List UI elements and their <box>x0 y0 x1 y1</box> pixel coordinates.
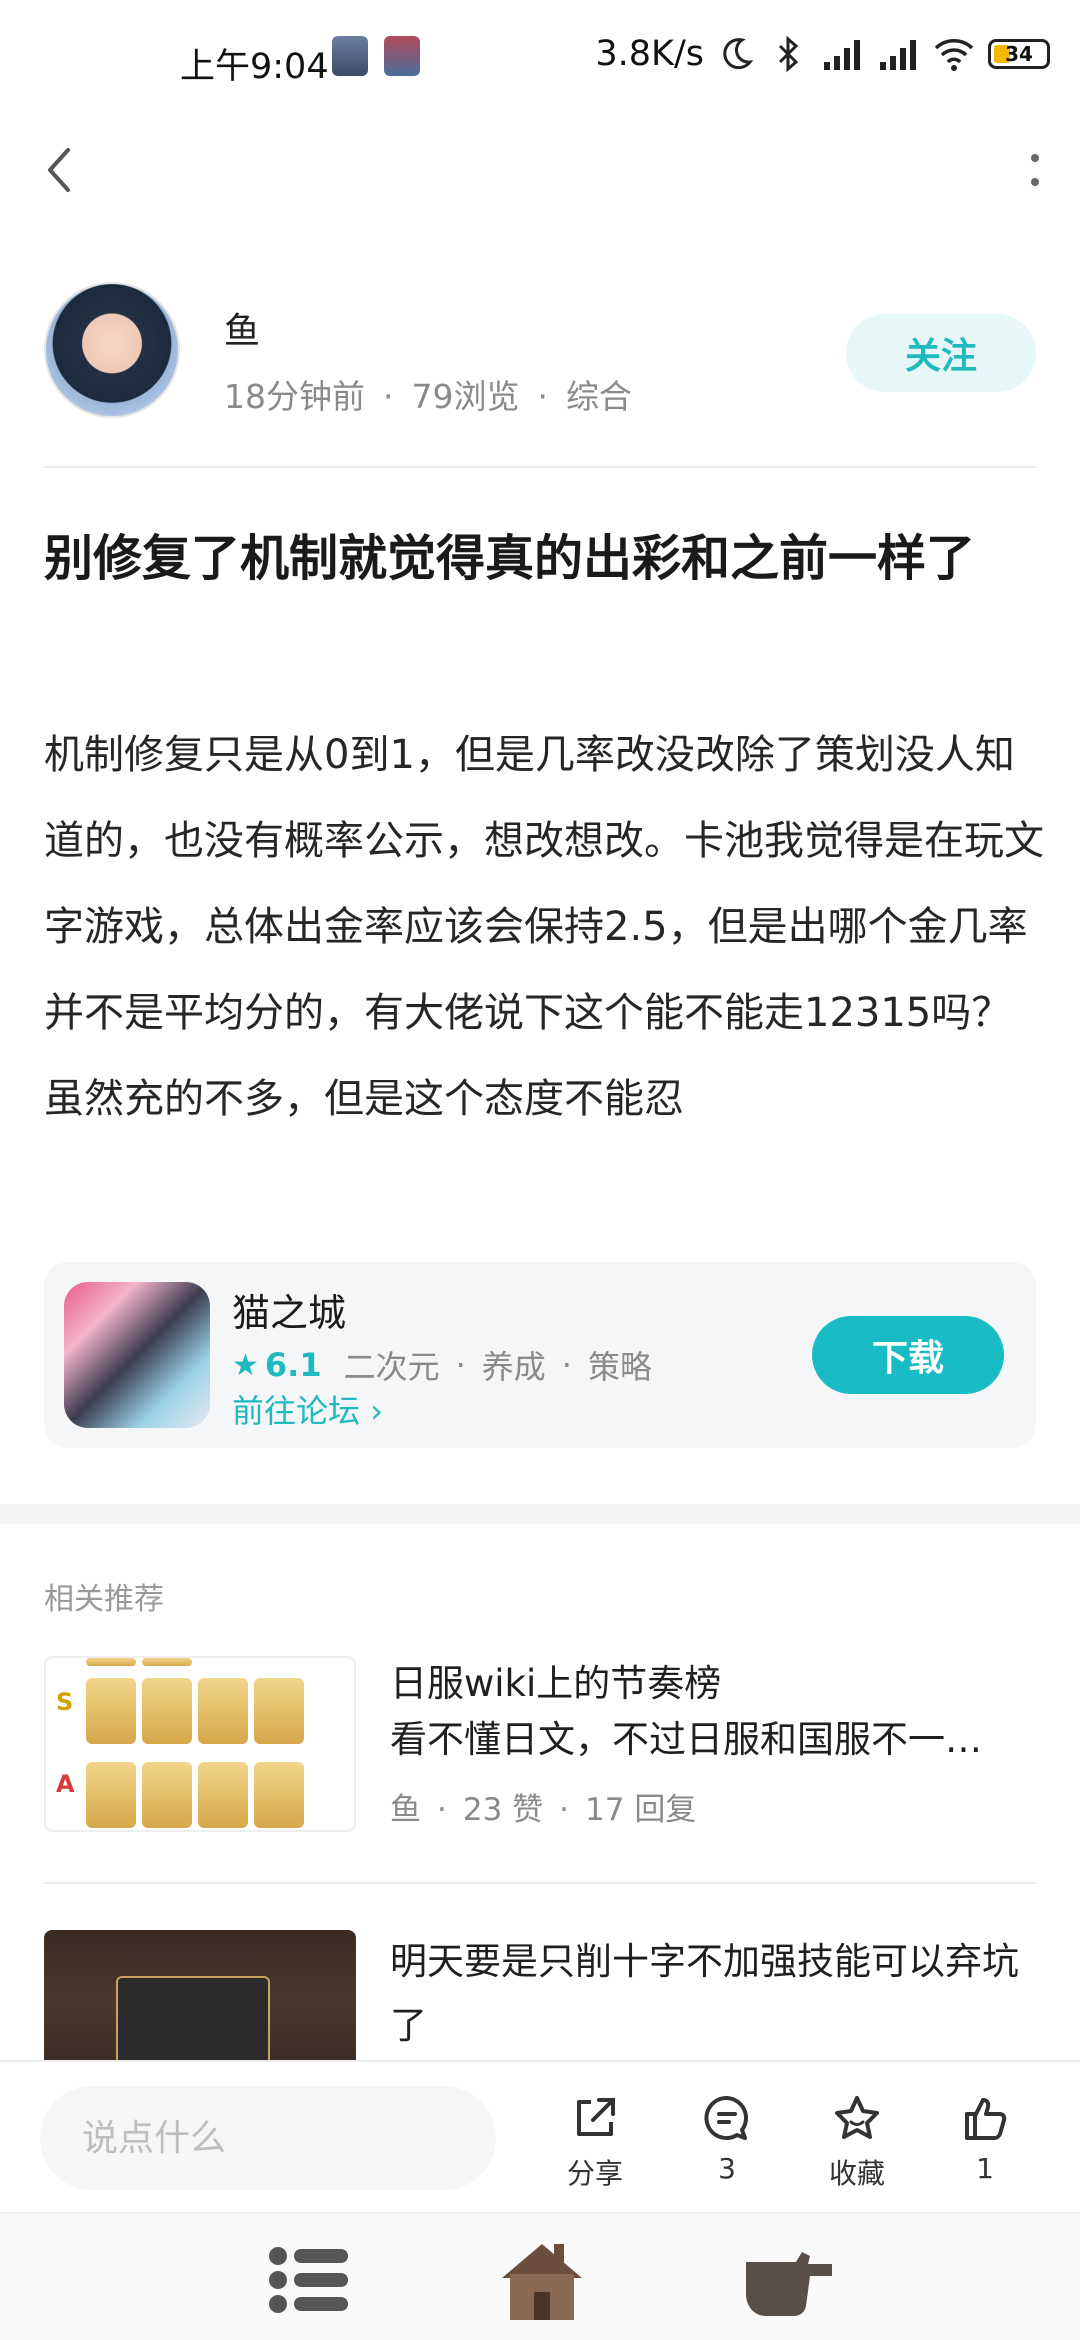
follow-button[interactable]: 关注 <box>846 314 1036 392</box>
game-meta: ★ 6.1 二次元 · 养成 · 策略 <box>232 1342 652 1388</box>
list-item-author: 鱼 <box>390 1792 421 1828</box>
action-bar: 分享 3 收藏 1 <box>0 2060 1080 2210</box>
notification-app-icon <box>332 36 368 76</box>
share-label: 分享 <box>566 2157 623 2190</box>
post-time: 18分钟前 <box>224 377 365 416</box>
view-count: 79浏览 <box>411 377 520 416</box>
game-icon[interactable] <box>64 1282 210 1428</box>
thumbnail-image[interactable]: S A <box>44 1656 356 1832</box>
pointing-hand-icon[interactable] <box>740 2234 840 2324</box>
avatar[interactable] <box>44 282 180 418</box>
status-right: 3.8K/s 34 <box>595 34 1050 74</box>
status-app-icons <box>332 36 420 76</box>
forum-link-label: 前往论坛 <box>232 1392 361 1430</box>
author-row: 鱼 18分钟前 · 79浏览 · 综合 关注 <box>0 282 1080 432</box>
favorite-button[interactable]: 收藏 <box>802 2092 912 2192</box>
top-nav <box>0 118 1080 218</box>
bottom-nav <box>0 2212 1080 2340</box>
section-title: 相关推荐 <box>44 1582 164 1617</box>
wifi-icon <box>934 39 974 71</box>
moon-icon <box>723 38 754 70</box>
network-speed: 3.8K/s <box>595 34 704 74</box>
favorite-label: 收藏 <box>828 2157 885 2190</box>
list-item-likes: 23 赞 <box>462 1792 544 1828</box>
share-button[interactable]: 分享 <box>540 2092 650 2192</box>
status-time: 上午9:04 <box>180 47 329 87</box>
game-score: 6.1 <box>264 1346 322 1384</box>
list-item-subtitle: 看不懂日文，不过日服和国服不一… <box>390 1718 982 1761</box>
share-icon <box>577 2098 615 2136</box>
download-button[interactable]: 下载 <box>812 1316 1004 1394</box>
comment-button[interactable]: 3 <box>672 2092 782 2185</box>
game-tag: 二次元 <box>343 1348 440 1386</box>
star-icon <box>835 2096 879 2139</box>
post-body: 机制修复只是从0到1，但是几率改没改除了策划没人知道的，也没有概率公示，想改想改… <box>44 732 1044 1122</box>
author-name[interactable]: 鱼 <box>224 302 260 354</box>
back-arrow-icon[interactable] <box>40 140 80 200</box>
status-bar: 上午9:04 3.8K/s 34 <box>0 0 1080 118</box>
list-item[interactable]: S A 日服wiki上的节奏榜 看不懂日文，不过日服和国服不一… 鱼 · 23 赞 ·… <box>44 1656 1036 1832</box>
like-button[interactable]: 1 <box>930 2092 1040 2185</box>
post-title: 别修复了机制就觉得真的出彩和之前一样了 <box>44 530 976 587</box>
thumbnail-panel <box>116 1976 270 2060</box>
list-item-title: 日服wiki上的节奏榜 <box>390 1662 722 1705</box>
signal-icon <box>880 40 916 70</box>
thumbnail-image[interactable] <box>44 1930 356 2060</box>
game-name[interactable]: 猫之城 <box>232 1282 346 1337</box>
post-category: 综合 <box>566 377 632 416</box>
battery-level: 34 <box>1005 42 1033 66</box>
signal-icon <box>824 40 860 70</box>
game-tag: 策略 <box>587 1348 652 1386</box>
comment-count: 3 <box>718 2152 736 2185</box>
more-options-icon[interactable] <box>1020 140 1050 200</box>
post-detail-page: 上午9:04 3.8K/s 34 鱼 18分钟前·79浏览·综合 关注 <box>0 0 1080 2340</box>
chevron-right-icon: › <box>370 1392 383 1430</box>
divider <box>44 1882 1036 1884</box>
thumbs-up-icon <box>965 2098 1007 2140</box>
battery-icon: 34 <box>988 39 1050 69</box>
like-count: 1 <box>976 2152 994 2185</box>
divider <box>44 466 1036 468</box>
list-item-title: 明天要是只削十字不加强技能可以弃坑了 <box>390 1940 1019 2047</box>
comment-input[interactable] <box>40 2086 496 2190</box>
game-card[interactable]: 猫之城 ★ 6.1 二次元 · 养成 · 策略 前往论坛 › 下载 <box>44 1262 1036 1448</box>
section-divider <box>0 1504 1080 1524</box>
notification-app-icon <box>384 36 420 76</box>
list-item[interactable]: 明天要是只削十字不加强技能可以弃坑了 <box>44 1930 1036 2060</box>
post-meta: 18分钟前 · 79浏览 · 综合 <box>224 377 632 416</box>
menu-list-icon[interactable] <box>258 2234 358 2324</box>
list-item-meta: 鱼 · 23 赞 · 17 回复 <box>390 1792 697 1828</box>
star-icon: ★ <box>232 1347 259 1383</box>
forum-link[interactable]: 前往论坛 › <box>232 1386 383 1432</box>
comment-icon <box>704 2095 748 2140</box>
home-icon[interactable] <box>492 2234 592 2324</box>
list-item-replies: 17 回复 <box>585 1792 697 1828</box>
game-tag: 养成 <box>481 1348 546 1386</box>
bluetooth-icon <box>778 35 799 73</box>
